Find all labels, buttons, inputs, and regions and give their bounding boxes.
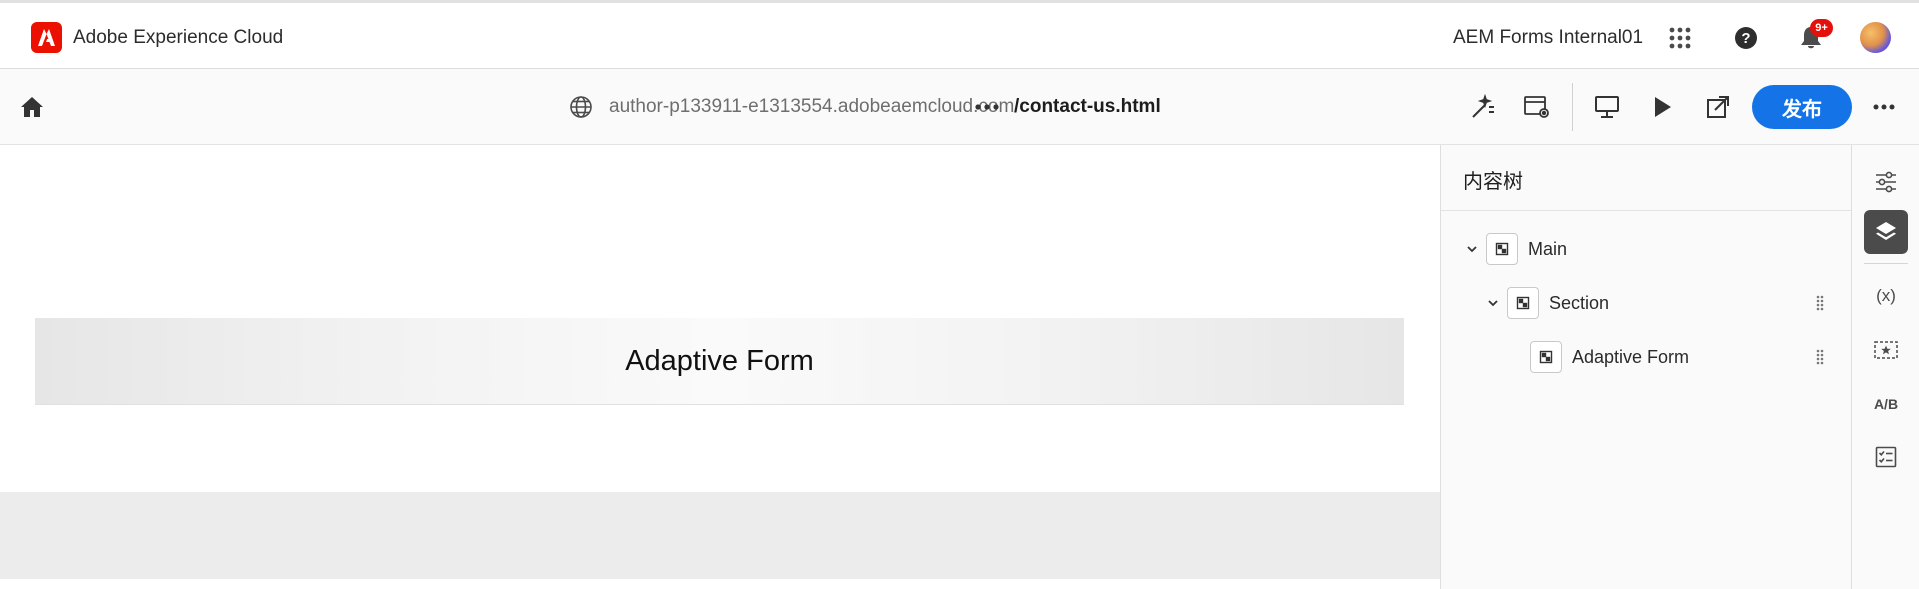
- adaptive-form-component[interactable]: Adaptive Form: [35, 318, 1404, 405]
- svg-text:?: ?: [1741, 30, 1750, 47]
- variables-icon[interactable]: (x): [1864, 274, 1908, 318]
- drag-handle-icon[interactable]: [1814, 294, 1826, 312]
- component-icon: [1486, 233, 1518, 265]
- component-icon: [1507, 287, 1539, 319]
- notification-badge: 9+: [1810, 19, 1833, 37]
- tree-node-label: Main: [1528, 238, 1568, 259]
- component-icon: [1530, 341, 1562, 373]
- rule-icon[interactable]: [1864, 328, 1908, 372]
- desktop-icon[interactable]: [1588, 88, 1626, 126]
- brand-name[interactable]: Adobe Experience Cloud: [73, 27, 283, 49]
- ab-test-icon[interactable]: A/B: [1864, 382, 1908, 426]
- shell-bar: Adobe Experience Cloud AEM Forms Interna…: [0, 0, 1919, 69]
- panel-divider: [1441, 210, 1852, 211]
- chevron-down-icon[interactable]: [1483, 299, 1503, 307]
- open-external-icon[interactable]: [1699, 88, 1737, 126]
- home-icon[interactable]: [13, 88, 51, 126]
- publish-button[interactable]: 发布: [1752, 85, 1852, 129]
- toolbar-divider: [1572, 83, 1573, 131]
- content-tree-panel: 内容树 Main Section Adaptive Form: [1440, 145, 1852, 589]
- properties-icon[interactable]: [1864, 160, 1908, 204]
- apps-grid-icon[interactable]: [1663, 21, 1697, 55]
- tree-node-main[interactable]: Main: [1462, 232, 1567, 266]
- layers-icon[interactable]: [1864, 210, 1908, 254]
- checklist-icon[interactable]: [1864, 435, 1908, 479]
- page-settings-icon[interactable]: [1518, 88, 1556, 126]
- page-section-band: [0, 492, 1440, 579]
- more-horizontal-icon[interactable]: [968, 88, 1006, 126]
- more-menu-icon[interactable]: [1865, 88, 1903, 126]
- help-icon[interactable]: ?: [1729, 21, 1763, 55]
- page-canvas[interactable]: Adaptive Form: [0, 145, 1440, 589]
- tree-node-label: Adaptive Form: [1572, 346, 1690, 367]
- org-switcher[interactable]: AEM Forms Internal01: [1453, 27, 1643, 49]
- tree-node-label: Section: [1549, 292, 1610, 313]
- rail-divider: [1864, 263, 1908, 264]
- avatar[interactable]: [1860, 22, 1891, 53]
- tree-node-adaptive-form[interactable]: Adaptive Form: [1526, 340, 1689, 374]
- chevron-down-icon[interactable]: [1462, 245, 1482, 253]
- play-icon[interactable]: [1643, 88, 1681, 126]
- editor-toolbar: author-p133911-e1313554.adobeaemcloud.co…: [0, 69, 1919, 145]
- right-rail: (x) A/B: [1851, 145, 1919, 589]
- edit-wand-icon[interactable]: [1464, 88, 1502, 126]
- panel-title: 内容树: [1463, 171, 1523, 193]
- drag-handle-icon[interactable]: [1814, 348, 1826, 366]
- globe-icon: [562, 88, 600, 126]
- site-url: author-p133911-e1313554.adobeaemcloud.co…: [609, 96, 1015, 117]
- adobe-logo-icon[interactable]: [31, 22, 62, 53]
- tree-node-section[interactable]: Section: [1483, 286, 1609, 320]
- page-path: /contact-us.html: [1014, 96, 1161, 117]
- form-title: Adaptive Form: [625, 345, 814, 377]
